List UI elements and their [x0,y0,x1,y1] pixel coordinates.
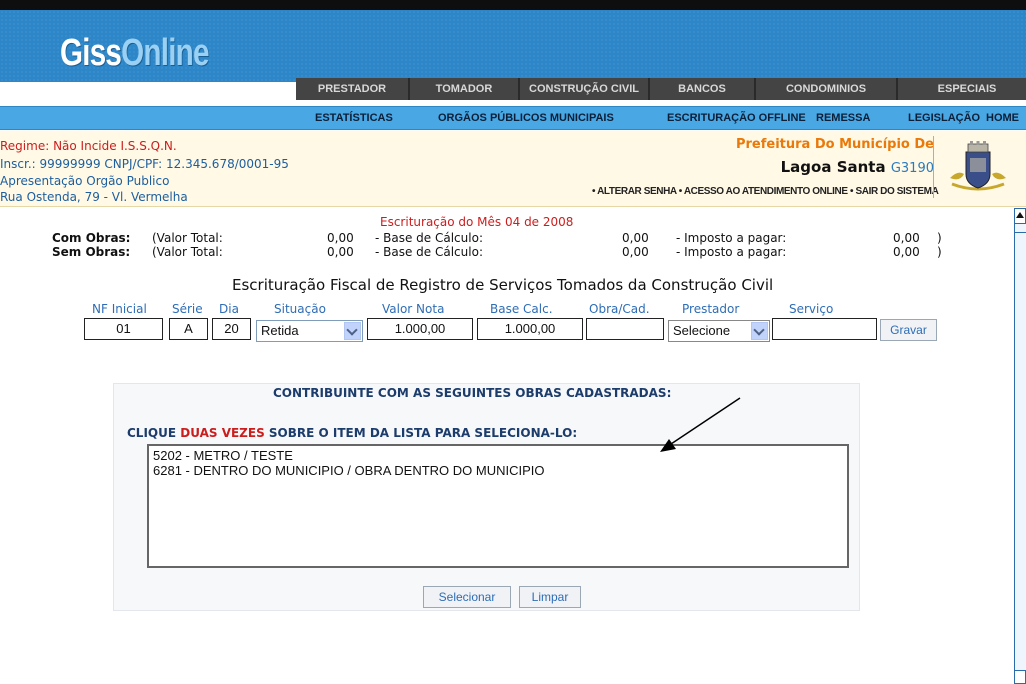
col-prestador: Prestador [682,302,740,316]
account-links[interactable]: • ALTERAR SENHA • ACESSO AO ATENDIMENTO … [592,186,939,197]
instruction-highlight: DUAS VEZES [180,426,265,440]
regime-text: Regime: Não Incide I.S.S.Q.N. [0,139,177,153]
prestador-value: Selecione [673,323,731,338]
prestador-select[interactable]: Selecione [668,320,770,342]
city-code: G3190 [890,161,934,176]
selecionar-button[interactable]: Selecionar [423,586,511,608]
summary-label: Com Obras: [52,231,131,245]
summary-base-label: - Base de Cálculo: [375,245,483,259]
limpar-button[interactable]: Limpar [519,586,581,608]
col-nf-inicial: NF Inicial [92,302,147,316]
gravar-button[interactable]: Gravar [880,319,937,341]
prefeitura-title: Prefeitura Do Município De [735,137,934,152]
chevron-down-icon[interactable] [751,322,768,340]
nav-escrituracao-offline[interactable]: ESCRITURAÇÃO OFFLINE [667,107,806,129]
nav-legislacao[interactable]: LEGISLAÇÃO [908,107,980,129]
summary-total-label: (Valor Total: [152,245,223,259]
nav-prestador[interactable]: PRESTADOR [296,78,410,100]
instruction-text: SOBRE O ITEM DA LISTA PARA SELECIONA-LO: [264,426,578,440]
nav-orgaos-publicos[interactable]: ORGÃOS PÚBLICOS MUNICIPAIS [438,107,614,129]
summary-label: Sem Obras: [52,245,131,259]
summary-base-label: - Base de Cálculo: [375,231,483,245]
summary-total-label: (Valor Total: [152,231,223,245]
summary-base-value: 0,00 [622,245,649,259]
serie-input[interactable]: A [169,318,208,340]
vertical-scrollbar[interactable] [1014,208,1026,684]
obras-panel-title: CONTRIBUINTE COM AS SEGUINTES OBRAS CADA… [273,386,672,400]
obras-panel-instruction: CLIQUE DUAS VEZES SOBRE O ITEM DA LISTA … [127,426,577,440]
situacao-value: Retida [261,323,299,338]
primary-nav: PRESTADOR TOMADOR CONSTRUÇÃO CIVIL BANCO… [296,78,1026,100]
dia-input[interactable]: 20 [212,318,251,340]
summary-total-value: 0,00 [327,231,354,245]
logo-part1: Giss [60,32,122,74]
servico-input[interactable] [772,318,877,340]
scroll-up-arrow-icon[interactable] [1014,208,1026,224]
summary-imposto-value: 0,00 [893,245,920,259]
col-obra-cad: Obra/Cad. [589,302,650,316]
window-top-bar [0,0,1026,10]
header-divider [933,136,934,198]
apresentacao-text: Apresentação Orgão Publico [0,174,170,188]
summary-base-value: 0,00 [622,231,649,245]
summary-imposto-value: 0,00 [893,231,920,245]
nav-tomador[interactable]: TOMADOR [410,78,520,100]
form-title: Escrituração Fiscal de Registro de Servi… [232,276,774,294]
nav-especiais[interactable]: ESPECIAIS [898,78,1026,100]
city-name: Lagoa Santa [780,158,886,176]
nf-inicial-input[interactable]: 01 [84,318,163,340]
nav-remessa[interactable]: REMESSA [816,107,870,129]
base-calc-input[interactable]: 1.000,00 [477,318,583,340]
site-header: GissOnline [0,10,1026,82]
nav-estatisticas[interactable]: ESTATÍSTICAS [315,107,393,129]
gissonline-logo[interactable]: GissOnline [60,32,209,75]
summary-imposto-label: - Imposto a pagar: [676,231,787,245]
city-crest-icon [950,141,1006,191]
chevron-down-icon[interactable] [344,322,361,340]
col-servico: Serviço [789,302,834,316]
list-item[interactable]: 6281 - DENTRO DO MUNICIPIO / OBRA DENTRO… [153,463,843,478]
summary-total-value: 0,00 [327,245,354,259]
summary-imposto-label: - Imposto a pagar: [676,245,787,259]
nav-bancos[interactable]: BANCOS [650,78,756,100]
obra-cad-input[interactable] [586,318,664,340]
scroll-down-arrow-icon[interactable] [1014,670,1026,684]
col-situacao: Situação [274,302,326,316]
nav-construcao-civil[interactable]: CONSTRUÇÃO CIVIL [520,78,650,100]
col-valor-nota: Valor Nota [382,302,445,316]
col-base-calc: Base Calc. [490,302,553,316]
scrollbar-divider [1015,232,1026,233]
list-item[interactable]: 5202 - METRO / TESTE [153,448,843,463]
instruction-text: CLIQUE [127,426,181,440]
logo-part2: Online [121,32,209,74]
prefeitura-city: Lagoa Santa G3190 [781,158,934,176]
nav-home[interactable]: HOME [986,107,1019,129]
col-serie: Série [172,302,203,316]
summary-close-paren: ) [937,245,942,259]
situacao-select[interactable]: Retida [256,320,363,342]
summary-title: Escrituração do Mês 04 de 2008 [380,215,574,229]
secondary-nav: ESTATÍSTICAS ORGÃOS PÚBLICOS MUNICIPAIS … [0,106,1026,130]
summary-close-paren: ) [937,231,942,245]
nav-condominios[interactable]: CONDOMINIOS [756,78,898,100]
col-dia: Dia [219,302,239,316]
address-text: Rua Ostenda, 79 - Vl. Vermelha [0,190,188,204]
inscricao-text: Inscr.: 99999999 CNPJ/CPF: 12.345.678/00… [0,157,289,171]
obras-listbox[interactable]: 5202 - METRO / TESTE 6281 - DENTRO DO MU… [147,444,849,568]
valor-nota-input[interactable]: 1.000,00 [367,318,473,340]
